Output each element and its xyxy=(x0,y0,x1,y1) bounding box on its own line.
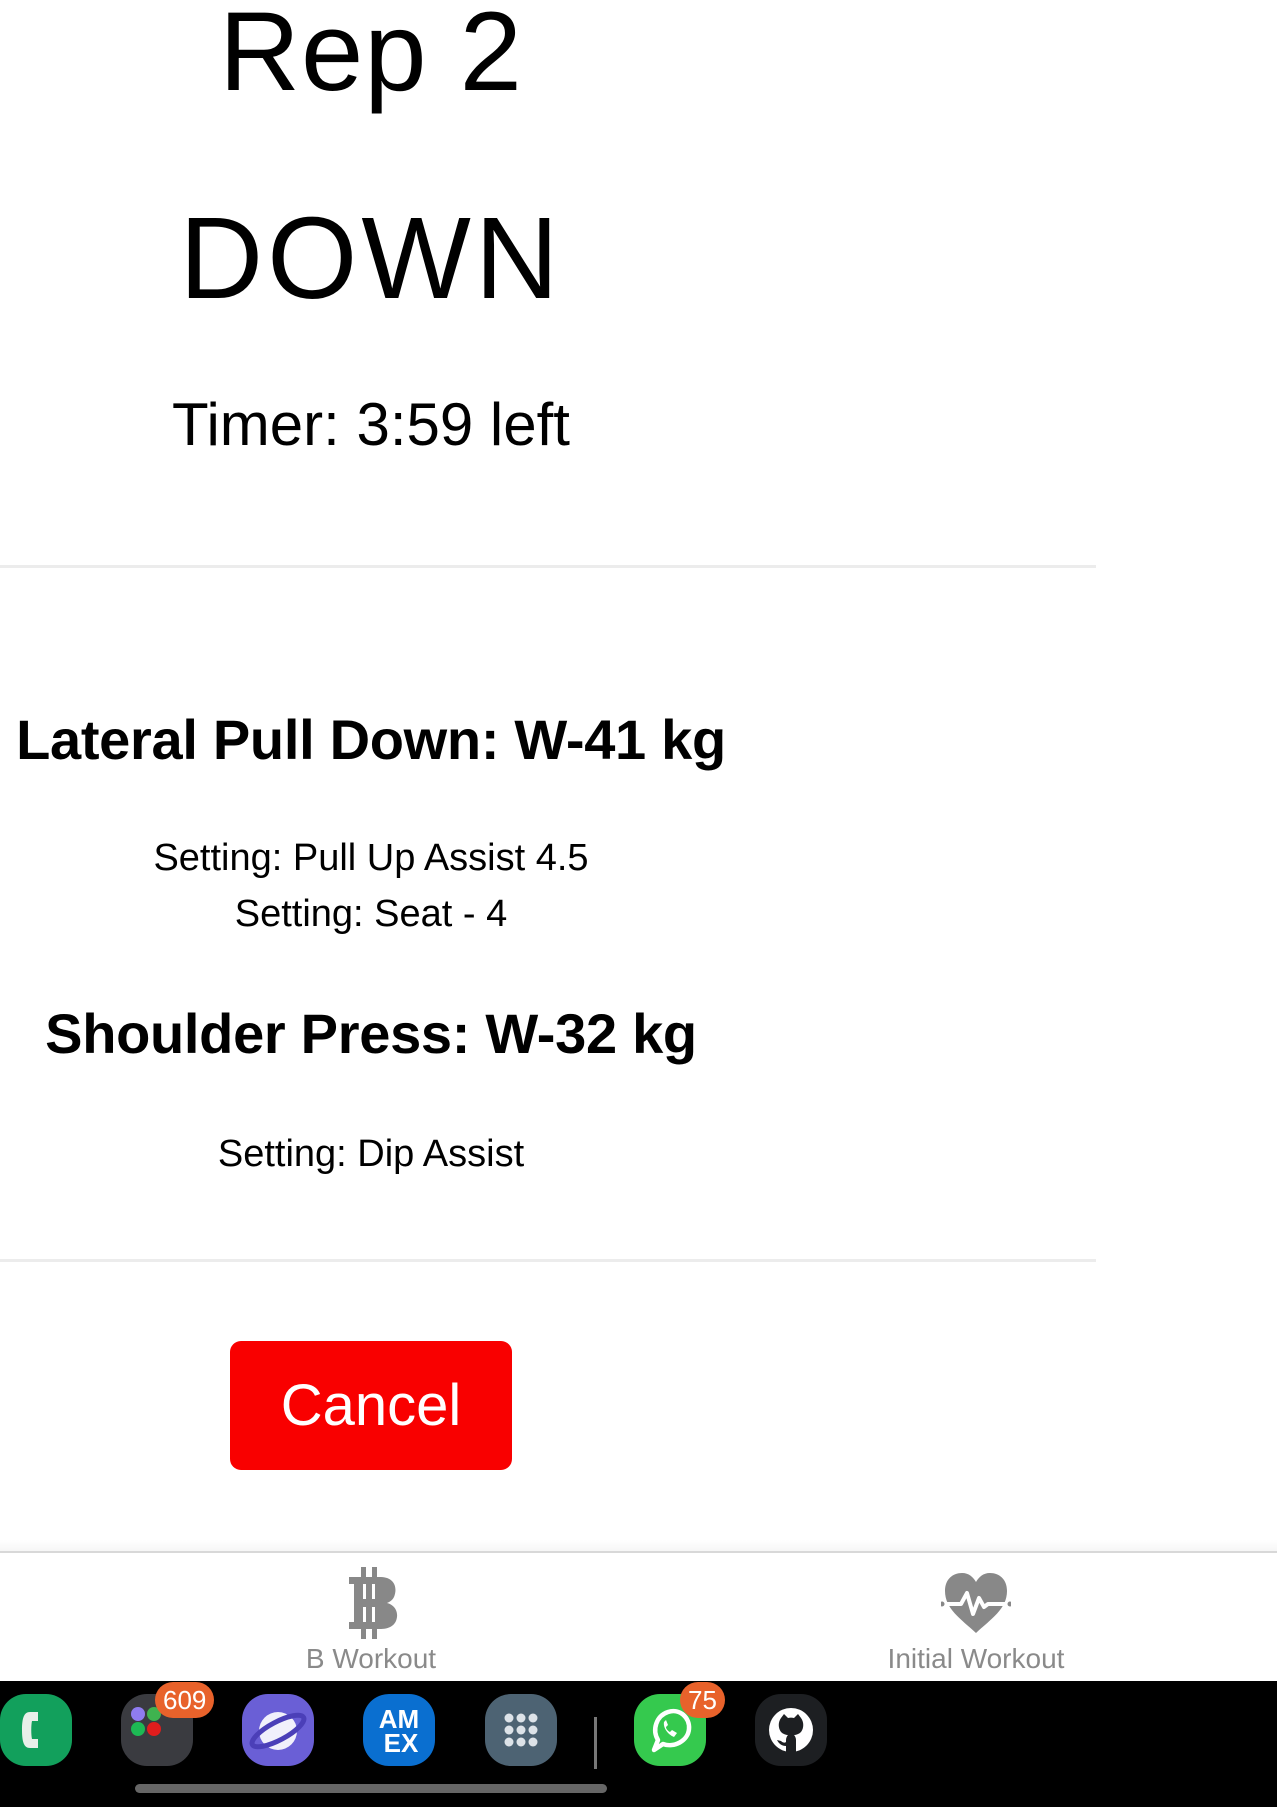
exercise-setting: Setting: Pull Up Assist 4.5 xyxy=(153,837,589,879)
divider xyxy=(0,1259,1096,1262)
dock-divider xyxy=(594,1717,597,1769)
app-grid-icon xyxy=(504,1713,538,1747)
dock-app-internet[interactable] xyxy=(242,1694,314,1766)
tab-initial-workout[interactable]: Initial Workout xyxy=(776,1553,1176,1681)
tabbar-shadow xyxy=(0,1540,1277,1551)
rep-counter: Rep 2 xyxy=(219,0,523,114)
exercise-setting: Setting: Seat - 4 xyxy=(234,893,508,935)
dock-app-whatsapp[interactable]: 75 xyxy=(634,1682,725,1766)
exercise-settings: Setting: Pull Up Assist 4.5 Setting: Sea… xyxy=(0,830,742,942)
dock-app-github[interactable] xyxy=(755,1694,827,1766)
amex-icon: AM EX xyxy=(379,1704,419,1758)
system-dock: 609 AM EX 75 xyxy=(0,1681,1277,1807)
planet-icon xyxy=(249,1712,307,1750)
dock-app-folder[interactable]: 609 xyxy=(121,1682,215,1766)
heartbeat-icon xyxy=(941,1573,1011,1633)
svg-text:EX: EX xyxy=(384,1728,419,1758)
notification-badge: 75 xyxy=(680,1682,725,1718)
tab-bar: B Workout Initial Workout xyxy=(0,1551,1277,1683)
cancel-button[interactable]: Cancel xyxy=(230,1341,512,1470)
rep-phase: DOWN xyxy=(179,193,563,323)
divider xyxy=(0,565,1096,568)
phone-icon xyxy=(22,1712,38,1748)
bitcoin-b-icon xyxy=(349,1567,398,1639)
tab-label: B Workout xyxy=(305,1643,437,1674)
github-icon xyxy=(769,1708,813,1752)
home-gesture-bar[interactable] xyxy=(135,1784,607,1793)
exercise-title: Lateral Pull Down: W-41 kg xyxy=(16,708,726,771)
notification-badge: 609 xyxy=(155,1682,215,1718)
exercise-setting: Setting: Dip Assist xyxy=(217,1133,525,1175)
tab-label: Initial Workout xyxy=(887,1643,1065,1674)
exercise-settings: Setting: Dip Assist xyxy=(0,1126,742,1182)
exercise-title: Shoulder Press: W-32 kg xyxy=(45,1002,697,1065)
timer-text: Timer: 3:59 left xyxy=(172,391,570,458)
dock-app-phone[interactable] xyxy=(0,1694,72,1766)
tab-b-workout[interactable]: B Workout xyxy=(171,1553,571,1681)
dock-app-amex[interactable]: AM EX xyxy=(363,1694,435,1766)
dock-app-drawer[interactable] xyxy=(485,1694,557,1766)
